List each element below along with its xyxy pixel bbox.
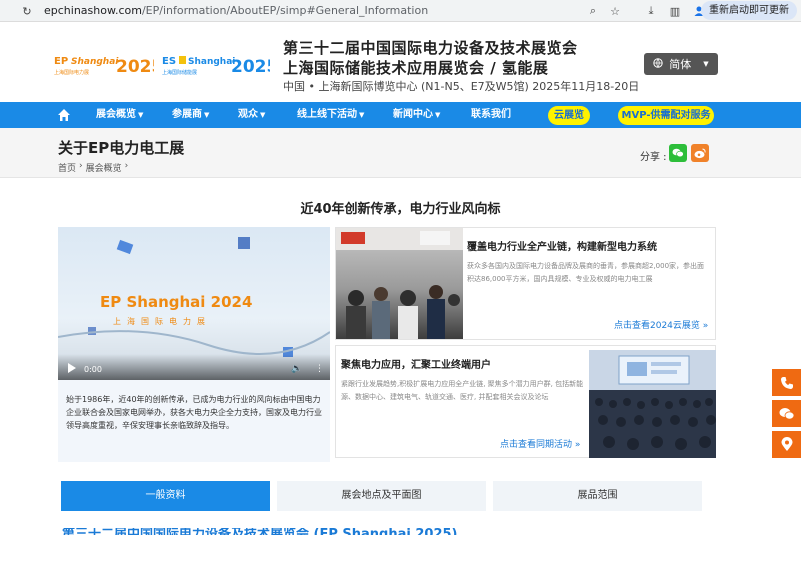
svg-text:上海国际电力展: 上海国际电力展 xyxy=(113,316,211,326)
play-icon[interactable] xyxy=(68,363,76,373)
mvp-matching-button[interactable]: MVP-供需配对服务 xyxy=(618,106,714,125)
concurrent-events-link[interactable]: 点击查看同期活动 » xyxy=(500,437,580,450)
svg-text:EP Shanghai 2024: EP Shanghai 2024 xyxy=(100,293,252,311)
feature-card-application: 聚焦电力应用，汇聚工业终端用户 紧跟行业发展趋势,积极扩展电力应用全产业链, 聚… xyxy=(335,345,716,458)
globe-icon xyxy=(653,57,663,71)
double-chevron-right-icon: » xyxy=(574,440,581,450)
cloud-exhibition-button[interactable]: 云展览 xyxy=(548,106,590,125)
nav-item-exhibitors[interactable]: 参展商 ▼ xyxy=(172,102,209,128)
location-pin-icon[interactable] xyxy=(772,431,801,458)
browser-toolbar: ↻ epchinashow.com/EP/information/AboutEP… xyxy=(0,0,801,22)
video-time: 0:00 xyxy=(84,365,102,374)
svg-text:2025: 2025 xyxy=(231,57,270,77)
svg-text:EP: EP xyxy=(54,56,68,67)
card-title: 聚焦电力应用，汇聚工业终端用户 xyxy=(341,360,491,371)
url-path: /EP/information/AboutEP/simp#General_Inf… xyxy=(141,4,429,17)
es-shanghai-logo[interactable]: ES Shanghai 2025 上海国际储能展 xyxy=(162,53,270,77)
exhibition-venue-dates: 中国 • 上海新国际博览中心 (N1-N5、E7及W5馆) 2025年11月18… xyxy=(283,80,640,93)
reload-icon[interactable]: ↻ xyxy=(20,4,34,18)
home-icon[interactable] xyxy=(56,107,72,123)
breadcrumb-home[interactable]: 首页 xyxy=(58,161,76,174)
svg-text:Shanghai: Shanghai xyxy=(71,57,119,67)
wechat-share-icon[interactable] xyxy=(669,144,687,162)
download-icon[interactable]: ⤓ xyxy=(644,4,658,18)
general-info-heading: 第三十二届中国国际电力设备及技术展览会 (EP Shanghai 2025) xyxy=(62,528,458,535)
intro-text: 始于1986年，近40年的创新传承，已成为电力行业的风向标由中国电力企业联合会及… xyxy=(66,395,322,430)
chevron-right-icon: › xyxy=(79,161,83,171)
card-description: 获众多各国内及国际电力设备品牌及展商的垂青，参展商超2,000家，参出面积达86… xyxy=(467,262,705,283)
site-header: EP Shanghai 2025 上海国际电力展 ES Shanghai 202… xyxy=(0,23,801,102)
exhibition-crowd-photo xyxy=(336,228,463,339)
svg-text:上海国际储能展: 上海国际储能展 xyxy=(162,69,197,76)
nav-item-visitors[interactable]: 观众 ▼ xyxy=(238,102,265,128)
volume-icon[interactable]: 🔈 xyxy=(291,364,302,374)
chevron-down-icon: ▼ xyxy=(204,111,210,119)
breadcrumb: 首页 › 展会概览 › xyxy=(58,161,128,174)
restart-to-update-button[interactable]: 重新启动即可更新 xyxy=(701,1,797,20)
svg-text:上海国际电力展: 上海国际电力展 xyxy=(54,69,89,76)
cloud-exhibition-link[interactable]: 点击查看2024云展览 » xyxy=(614,318,708,331)
double-chevron-right-icon: » xyxy=(702,321,709,331)
breadcrumb-overview[interactable]: 展会概览 xyxy=(86,161,122,174)
tab-venue-floorplan[interactable]: 展会地点及平面图 xyxy=(277,481,486,511)
chevron-right-icon: › xyxy=(124,161,129,171)
nav-item-news[interactable]: 新闻中心 ▼ xyxy=(393,102,440,128)
chevron-down-icon: ▼ xyxy=(138,111,144,119)
language-label: 简体 xyxy=(669,58,692,71)
language-selector[interactable]: 简体 ▼ xyxy=(644,53,718,75)
more-options-icon[interactable]: ⋮ xyxy=(315,364,324,374)
chevron-down-icon: ▼ xyxy=(359,111,365,119)
card-description: 紧跟行业发展趋势,积极扩展电力应用全产业链, 聚焦多个潜力用户群, 包括新能源、… xyxy=(341,380,584,401)
intro-box: 始于1986年，近40年的创新传承，已成为电力行业的风向标由中国电力企业联合会及… xyxy=(58,380,330,462)
bookmark-star-icon[interactable]: ☆ xyxy=(608,4,622,18)
side-panel-icon[interactable]: ▥ xyxy=(668,4,682,18)
svg-text:Shanghai: Shanghai xyxy=(188,57,235,67)
wechat-icon[interactable] xyxy=(772,400,801,427)
ep-shanghai-logo[interactable]: EP Shanghai 2025 上海国际电力展 xyxy=(54,53,154,77)
exhibition-title: 第三十二届中国国际电力设备及技术展览会 xyxy=(283,39,578,57)
svg-text:2025: 2025 xyxy=(116,57,154,77)
nav-item-overview[interactable]: 展会概览 ▼ xyxy=(96,102,143,128)
feature-card-industry: 覆盖电力行业全产业链，构建新型电力系统 获众多各国内及国际电力设备品牌及展商的垂… xyxy=(335,227,716,340)
url-host: epchinashow.com xyxy=(44,4,142,17)
exhibition-subtitle: 上海国际储能技术应用展览会 / 氢能展 xyxy=(283,59,549,77)
svg-text:ES: ES xyxy=(162,56,176,67)
chevron-down-icon: ▼ xyxy=(435,111,441,119)
conference-photo xyxy=(589,350,716,458)
page-bottom-whitespace xyxy=(0,535,801,563)
nav-item-contact[interactable]: 联系我们 xyxy=(471,102,511,128)
phone-icon[interactable] xyxy=(772,369,801,396)
chevron-down-icon: ▼ xyxy=(260,111,266,119)
chevron-down-icon: ▼ xyxy=(703,60,709,68)
card-title: 覆盖电力行业全产业链，构建新型电力系统 xyxy=(467,242,657,253)
page-header: 关于EP电力电工展 首页 › 展会概览 › 分享 : xyxy=(0,128,801,178)
nav-item-events[interactable]: 线上线下活动 ▼ xyxy=(297,102,364,128)
tab-exhibit-scope[interactable]: 展品范围 xyxy=(493,481,702,511)
share-label: 分享 : xyxy=(640,152,667,163)
promo-video[interactable]: EP Shanghai 2024 上海国际电力展 0:00 🔈 ⋮ xyxy=(58,227,330,380)
section-heading: 近40年创新传承，电力行业风向标 xyxy=(300,202,501,217)
address-bar[interactable]: epchinashow.com/EP/information/AboutEP/s… xyxy=(44,0,428,22)
zoom-icon[interactable]: ⌕ xyxy=(586,4,600,18)
page-title: 关于EP电力电工展 xyxy=(58,139,185,157)
main-nav: 展会概览 ▼ 参展商 ▼ 观众 ▼ 线上线下活动 ▼ 新闻中心 ▼ 联系我们 云展览 MV… xyxy=(0,102,801,128)
weibo-share-icon[interactable] xyxy=(691,144,709,162)
tab-general-info[interactable]: 一般资料 xyxy=(61,481,270,511)
video-controls: 0:00 🔈 ⋮ xyxy=(58,354,330,380)
